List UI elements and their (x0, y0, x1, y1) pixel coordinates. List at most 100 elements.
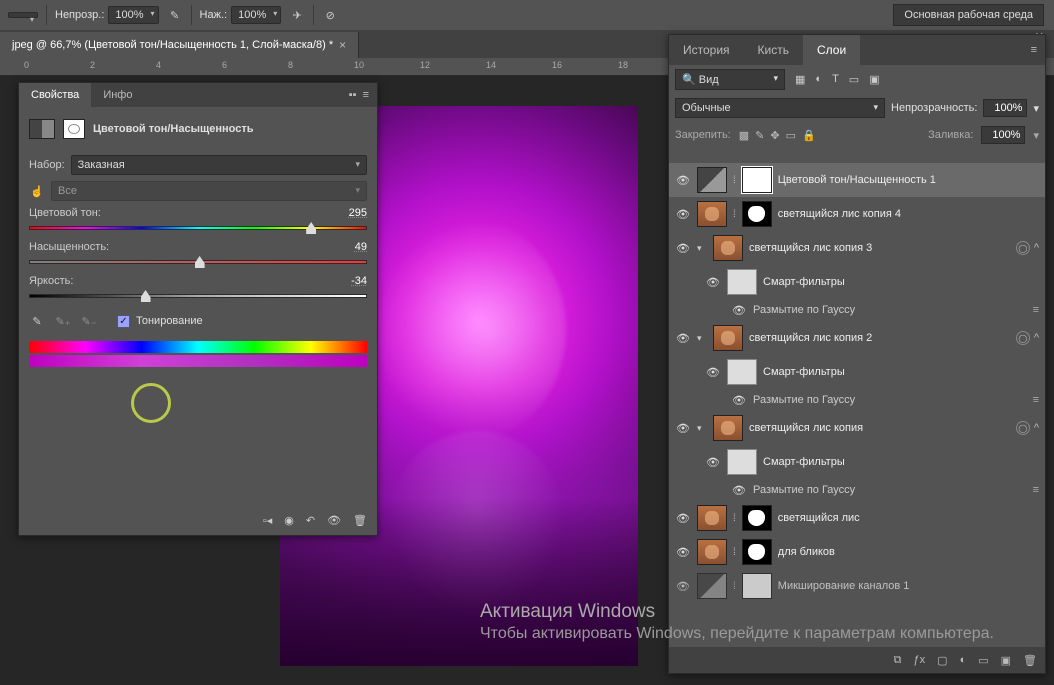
layer-row[interactable]: ▾ светящийся лис копия ◯ ^ (669, 411, 1045, 445)
layer-opacity-value[interactable]: 100% (983, 99, 1027, 117)
tab-properties[interactable]: Свойства (19, 83, 91, 107)
layer-row[interactable]: ⁞ светящийся лис (669, 501, 1045, 535)
visibility-toggle[interactable] (675, 208, 691, 221)
layer-fill-value[interactable]: 100% (981, 126, 1025, 144)
filter-options-icon[interactable]: ≡ (1033, 484, 1039, 496)
panel-menu-icon[interactable]: ≡ (1031, 44, 1037, 56)
expand-icon[interactable]: ▾ (697, 333, 707, 344)
layer-thumbnail[interactable] (697, 573, 727, 599)
layer-name[interactable]: светящийся лис копия 3 (749, 242, 1010, 254)
visibility-toggle[interactable] (731, 394, 747, 407)
filter-smart-icon[interactable]: ▣ (869, 73, 879, 86)
pressure-size-icon[interactable]: ⊘ (322, 7, 338, 23)
fill-dropdown-icon[interactable]: ▾ (1033, 129, 1039, 142)
filter-item[interactable]: Размытие по Гауссу ≡ (669, 479, 1045, 501)
layer-thumbnail[interactable] (697, 201, 727, 227)
expand-icon[interactable]: ▾ (697, 423, 707, 434)
filter-adjustment-icon[interactable]: ◐ (815, 73, 822, 86)
panel-dock-icon[interactable]: ▪▪ (349, 89, 357, 101)
layer-thumbnail[interactable] (713, 415, 743, 441)
smart-filter-mask[interactable] (727, 269, 757, 295)
airbrush-icon[interactable]: ✈ (289, 7, 305, 23)
opacity-value[interactable]: 100% (108, 6, 158, 24)
layer-name[interactable]: светящийся лис копия (749, 422, 1010, 434)
visibility-toggle[interactable] (675, 512, 691, 525)
workspace-switcher[interactable]: Основная рабочая среда (893, 4, 1044, 26)
eyedropper-minus-icon[interactable]: ✎₋ (81, 313, 97, 329)
visibility-toggle[interactable] (705, 366, 721, 379)
filter-effects-icon[interactable]: ◯ (1016, 421, 1030, 435)
adjustment-layer-icon[interactable]: ◐ (960, 654, 967, 666)
view-previous-icon[interactable]: ◉ (284, 514, 294, 527)
mask-thumbnail[interactable] (742, 201, 772, 227)
filter-item[interactable]: Размытие по Гауссу ≡ (669, 299, 1045, 321)
visibility-toggle[interactable] (675, 422, 691, 435)
clip-icon[interactable]: ▫◂ (263, 514, 272, 527)
eyedropper-icon[interactable]: ✎ (29, 313, 45, 329)
visibility-toggle[interactable] (675, 242, 691, 255)
mask-thumbnail[interactable] (742, 167, 772, 193)
layer-row[interactable]: ▾ светящийся лис копия 3 ◯^ (669, 231, 1045, 265)
smart-filters-row[interactable]: Смарт-фильтры (669, 355, 1045, 389)
layer-row[interactable]: ⁞ светящийся лис копия 4 (669, 197, 1045, 231)
tab-layers[interactable]: Слои (803, 35, 860, 65)
range-select[interactable]: Все (51, 181, 367, 201)
expand-icon[interactable]: ▾ (697, 243, 707, 254)
preset-select[interactable]: Заказная (71, 155, 367, 175)
adjustment-type-icon[interactable] (29, 119, 55, 139)
blend-mode-select[interactable]: Обычные (675, 98, 885, 118)
visibility-toggle[interactable] (705, 276, 721, 289)
light-slider[interactable] (29, 289, 367, 303)
filter-item[interactable]: Размытие по Гауссу ≡ (669, 389, 1045, 411)
toggle-visibility-icon[interactable]: 👁 (327, 514, 341, 527)
smart-filters-row[interactable]: Смарт-фильтры (669, 265, 1045, 299)
layer-thumbnail[interactable] (697, 505, 727, 531)
layer-row[interactable]: ⁞ Цветовой тон/Насыщенность 1 (669, 163, 1045, 197)
mask-thumbnail[interactable] (742, 573, 772, 599)
delete-adjustment-icon[interactable]: 🗑 (353, 514, 367, 527)
visibility-toggle[interactable] (675, 546, 691, 559)
filter-type-icon[interactable]: T (832, 73, 839, 86)
hue-value[interactable]: 295 (349, 207, 367, 219)
layer-name[interactable]: Цветовой тон/Насыщенность 1 (778, 174, 1039, 186)
visibility-toggle[interactable] (675, 174, 691, 187)
link-layers-icon[interactable]: ⧉ (894, 654, 902, 667)
sat-slider[interactable] (29, 255, 367, 269)
layer-name[interactable]: светящийся лис копия 4 (778, 208, 1039, 220)
layer-row[interactable]: ⁞ для бликов (669, 535, 1045, 569)
panel-menu-icon[interactable]: ≡ (363, 89, 369, 101)
collapse-fx-icon[interactable]: ^ (1034, 242, 1039, 254)
visibility-toggle[interactable] (731, 484, 747, 497)
filter-type-select[interactable]: 🔍 Вид (675, 69, 785, 90)
lock-position-icon[interactable]: ✥ (770, 129, 779, 142)
filter-options-icon[interactable]: ≡ (1033, 304, 1039, 316)
collapse-fx-icon[interactable]: ^ (1034, 422, 1039, 434)
tab-history[interactable]: История (669, 35, 744, 65)
filter-pixel-icon[interactable]: ▦ (795, 73, 805, 86)
smart-filter-mask[interactable] (727, 359, 757, 385)
mask-thumbnail[interactable] (742, 505, 772, 531)
collapse-fx-icon[interactable]: ^ (1034, 332, 1039, 344)
layer-thumbnail[interactable] (697, 167, 727, 193)
light-value[interactable]: -34 (351, 275, 367, 287)
new-layer-icon[interactable]: ▣ (1001, 654, 1011, 667)
layer-style-icon[interactable]: ƒx (914, 654, 926, 666)
layer-row[interactable]: ▾ светящийся лис копия 2 ◯^ (669, 321, 1045, 355)
lock-all-icon[interactable]: 🔒 (802, 129, 816, 142)
pressure-opacity-icon[interactable]: ✎ (167, 7, 183, 23)
group-icon[interactable]: ▭ (978, 654, 988, 667)
close-tab-icon[interactable]: × (339, 38, 346, 52)
visibility-toggle[interactable] (675, 580, 691, 593)
finger-icon[interactable]: ☝ (29, 183, 45, 199)
eyedropper-plus-icon[interactable]: ✎₊ (55, 313, 71, 329)
sat-value[interactable]: 49 (355, 241, 367, 253)
lock-artboard-icon[interactable]: ▭ (786, 129, 796, 142)
filter-shape-icon[interactable]: ▭ (849, 73, 859, 86)
layer-name[interactable]: для бликов (778, 546, 1039, 558)
lock-transparency-icon[interactable]: ▩ (739, 129, 749, 142)
brush-preset-dropdown[interactable] (8, 12, 38, 18)
colorize-checkbox[interactable]: ✓ Тонирование (117, 315, 203, 328)
opacity-dropdown-icon[interactable]: ▾ (1033, 102, 1039, 115)
tab-brush[interactable]: Кисть (744, 35, 803, 65)
filter-options-icon[interactable]: ≡ (1033, 394, 1039, 406)
